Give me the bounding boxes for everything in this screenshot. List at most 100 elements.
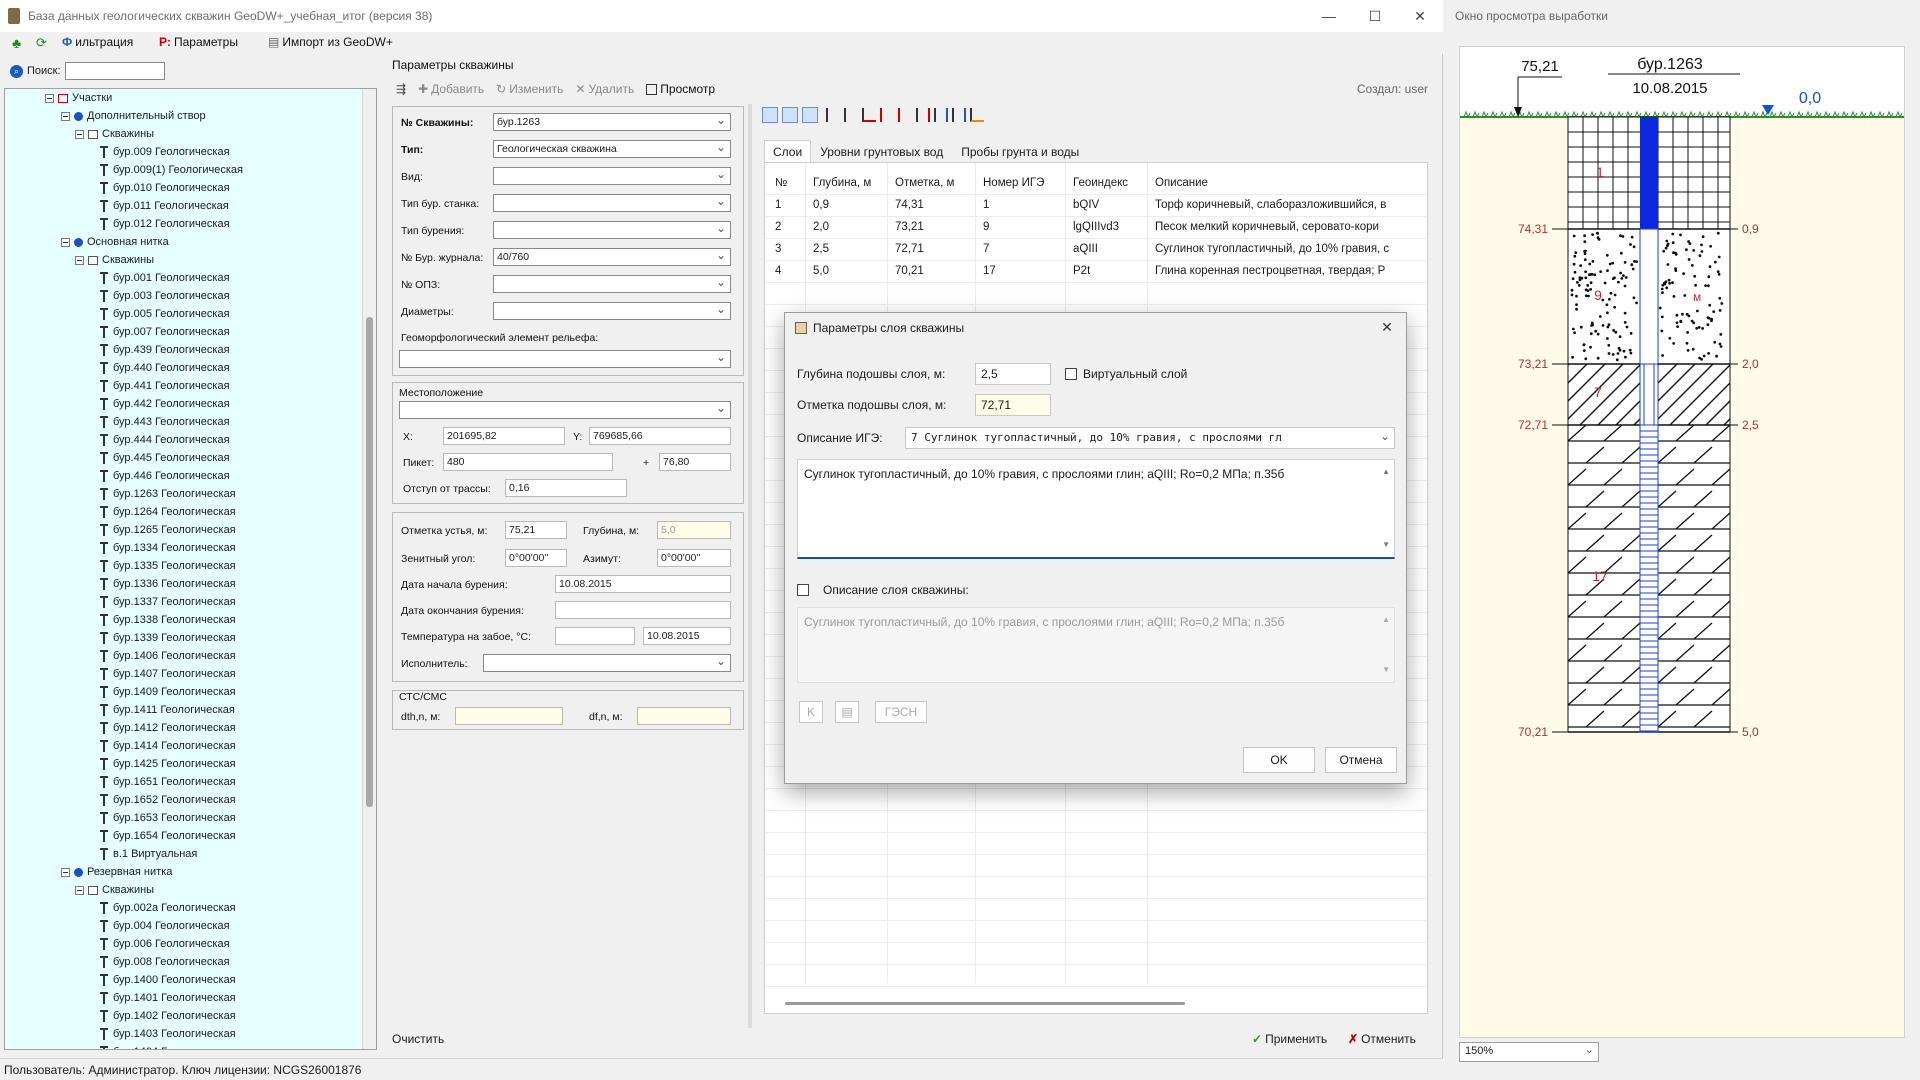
tree-item-well[interactable]: бур.1336 Геологическая [99, 575, 236, 593]
collapse-icon[interactable] [61, 867, 70, 877]
apply-button[interactable]: ✓ Применить [1252, 1032, 1327, 1046]
tree-item-well[interactable]: бур.1338 Геологическая [99, 611, 236, 629]
view-button[interactable]: Просмотр [646, 82, 715, 96]
scroll-down-icon[interactable]: ▼ [1382, 537, 1390, 553]
collapse-icon[interactable] [45, 93, 54, 103]
picket-plus-field[interactable]: 76,80 [659, 453, 731, 471]
col-geoindex[interactable]: Геоиндекс [1073, 177, 1128, 189]
search-input[interactable] [64, 62, 165, 80]
panel-splitter[interactable] [748, 104, 752, 1028]
dth-field[interactable] [455, 707, 563, 725]
start-field[interactable]: 10.08.2015 [555, 575, 731, 593]
delete-button[interactable]: ✕ Удалить [575, 82, 634, 96]
col-ige[interactable]: Номер ИГЭ [983, 177, 1044, 189]
tree-item-folder[interactable]: Участки [45, 89, 112, 107]
tree-add-button[interactable]: ⇶ [396, 82, 406, 96]
tree-item-well[interactable]: бур.441 Геологическая [99, 377, 230, 395]
edit-button[interactable]: ↻ Изменить [496, 82, 563, 96]
layers-tool-icon[interactable] [916, 108, 930, 122]
tree-item-group[interactable]: Дополнительный створ [61, 107, 206, 125]
ok-button[interactable]: OK [1243, 747, 1315, 773]
picket-field[interactable]: 480 [443, 453, 613, 471]
x-field[interactable]: 201695,82 [443, 427, 565, 445]
gesn-button[interactable]: ГЭСН [875, 701, 927, 723]
tree-item-well[interactable]: бур.1402 Геологическая [99, 1007, 236, 1025]
refresh-button[interactable]: ⟳ [36, 35, 47, 51]
collapse-icon[interactable] [75, 885, 84, 895]
table-row[interactable]: 2 2,0 73,21 9 lgQIIIvd3 Песок мелкий коричнев… [765, 217, 1427, 239]
tree-toggle-button[interactable]: ♣ [12, 35, 21, 51]
tree-item-well[interactable]: бур.1406 Геологическая [99, 647, 236, 665]
temp-date-field[interactable]: 10.08.2015 [643, 627, 731, 645]
tree-item-well[interactable]: бур.1414 Геологическая [99, 737, 236, 755]
scroll-up-icon[interactable]: ▲ [1382, 612, 1390, 628]
tree-item-well[interactable]: бур.1263 Геологическая [99, 485, 236, 503]
sole-depth-field[interactable]: 2,5 [975, 363, 1051, 385]
tree-item-well[interactable]: в.1 Виртуальная [99, 845, 197, 863]
tree-item-well[interactable]: бур.446 Геологическая [99, 467, 230, 485]
layer-desc-memo[interactable]: Суглинок тугопластичный, до 10% гравия, … [797, 607, 1395, 683]
grid-h-scroll-thumb[interactable] [785, 1002, 1185, 1005]
collapse-icon[interactable] [75, 129, 84, 139]
tree-item-well[interactable]: бур.1651 Геологическая [99, 773, 236, 791]
df-field[interactable] [637, 707, 731, 725]
tree-item-well[interactable]: бур.005 Геологическая [99, 305, 230, 323]
diam-combo[interactable] [493, 302, 731, 320]
maximize-button[interactable]: ☐ [1352, 0, 1398, 32]
tree-item-well[interactable]: бур.010 Геологическая [99, 179, 230, 197]
type-combo[interactable]: Геологическая скважина [493, 140, 731, 158]
tree-item-well[interactable]: бур.1337 Геологическая [99, 593, 236, 611]
azimuth-field[interactable]: 0°00'00'' [657, 549, 731, 567]
tree-item-well[interactable]: бур.1425 Геологическая [99, 755, 236, 773]
tree-item-well[interactable]: бур.002а Геологическая [99, 899, 236, 917]
pencil-icon[interactable] [970, 108, 984, 122]
tree-item-well[interactable]: бур.1334 Геологическая [99, 539, 236, 557]
dialog-cancel-button[interactable]: Отмена [1325, 747, 1397, 773]
tree-item-well[interactable]: бур.011 Геологическая [99, 197, 229, 215]
tree-item-well[interactable]: бур.445 Геологическая [99, 449, 230, 467]
tree-item-folder[interactable]: Скважины [75, 881, 154, 899]
scroll-up-icon[interactable]: ▲ [1382, 464, 1390, 480]
tree-item-well[interactable]: бур.009(1) Геологическая [99, 161, 243, 179]
executor-combo[interactable] [483, 654, 731, 672]
tree-item-well[interactable]: бур.439 Геологическая [99, 341, 230, 359]
sole-mark-field[interactable]: 72,71 [975, 394, 1051, 416]
tree-item-well[interactable]: бур.001 Геологическая [99, 269, 230, 287]
geomorph-combo[interactable] [399, 350, 731, 368]
tree-item-well[interactable]: бур.012 Геологическая [99, 215, 230, 233]
layers-tool-icon[interactable] [782, 107, 798, 123]
col-desc[interactable]: Описание [1155, 177, 1208, 189]
tree-item-well[interactable]: бур.004 Геологическая [99, 917, 230, 935]
end-field[interactable] [555, 601, 731, 619]
temp-field[interactable] [555, 627, 635, 645]
tree-item-well[interactable]: бур.1265 Геологическая [99, 521, 236, 539]
minimize-button[interactable]: — [1306, 0, 1352, 32]
collapse-icon[interactable] [75, 255, 84, 265]
layers-tool-icon[interactable] [934, 108, 948, 122]
tree-item-well[interactable]: бур.440 Геологическая [99, 359, 230, 377]
layers-tool-icon[interactable] [880, 108, 894, 122]
tab-groundwater[interactable]: Уровни грунтовых вод [811, 140, 952, 164]
layer-desc-checkbox[interactable] [797, 584, 809, 596]
location-combo[interactable] [399, 401, 731, 419]
rig-combo[interactable] [493, 194, 731, 212]
scroll-down-icon[interactable]: ▼ [1382, 662, 1390, 678]
depth-field[interactable]: 5,0 [657, 521, 731, 539]
collapse-icon[interactable] [61, 111, 70, 121]
tree-item-well[interactable]: бур.1412 Геологическая [99, 719, 236, 737]
tree-item-well[interactable]: бур.1411 Геологическая [99, 701, 235, 719]
ige-memo[interactable]: Суглинок тугопластичный, до 10% гравия, … [797, 459, 1395, 559]
tree-item-folder[interactable]: Скважины [75, 125, 154, 143]
zoom-combo[interactable]: 150% ⌄ [1459, 1042, 1599, 1062]
mouth-field[interactable]: 75,21 [505, 521, 567, 539]
add-button[interactable]: ✚ Добавить [418, 82, 484, 96]
tree-item-group[interactable]: Резервная нитка [61, 863, 172, 881]
tree-item-well[interactable]: бур.006 Геологическая [99, 935, 230, 953]
tree-item-well[interactable]: бур.1401 Геологическая [99, 989, 236, 1007]
tree-item-well[interactable]: бур.1400 Геологическая [99, 971, 236, 989]
tab-layers[interactable]: Слои [764, 140, 812, 164]
journal-combo[interactable]: 40/760 [493, 248, 731, 266]
zenith-field[interactable]: 0°00'00'' [505, 549, 567, 567]
table-row[interactable]: 1 0,9 74,31 1 bQIV Торф коричневый, слаборазл… [765, 195, 1427, 217]
opz-combo[interactable] [493, 275, 731, 293]
